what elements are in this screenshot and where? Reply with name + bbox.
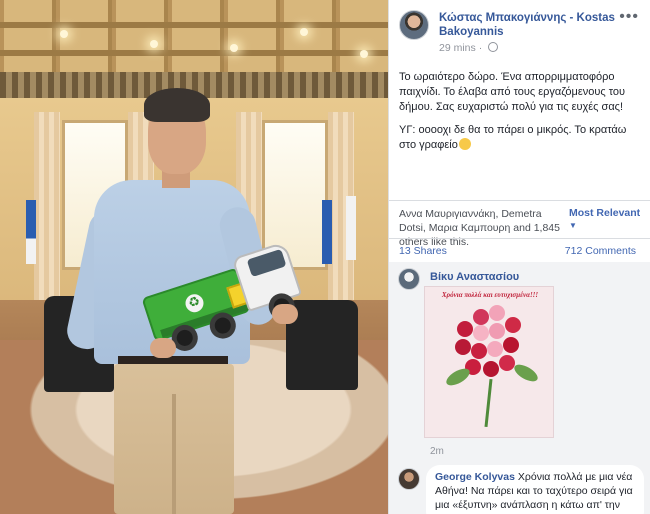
ceiling-beam <box>0 50 388 56</box>
rose <box>483 361 499 377</box>
rose <box>489 305 505 321</box>
flag <box>26 200 36 264</box>
post-photo[interactable]: ♻ <box>0 0 388 514</box>
rose <box>487 341 503 357</box>
flag <box>322 200 332 264</box>
flag <box>346 196 356 260</box>
card-caption: Χρόνια πολλά και ευτυχισμένα!!! <box>441 291 539 299</box>
rose <box>489 323 505 339</box>
greeting-card-image[interactable]: Χρόνια πολλά και ευτυχισμένα!!! <box>424 286 554 438</box>
rose <box>499 355 515 371</box>
rose <box>471 343 487 359</box>
comment-bubble: George Kolyvas Χρόνια πολλά με μια νέα Α… <box>426 465 644 514</box>
bouquet-leaf <box>511 361 541 385</box>
man-hair <box>144 88 210 122</box>
rose <box>503 337 519 353</box>
rose <box>457 321 473 337</box>
facebook-photo-viewer: ♻ Κώστας Μπακογιάννης - Kostas Bakoyanni… <box>0 0 650 514</box>
ceiling-lamp <box>360 50 368 58</box>
ceiling-beam <box>0 22 388 28</box>
rose <box>473 309 489 325</box>
bouquet-stems <box>484 378 493 428</box>
rose <box>455 339 471 355</box>
ceiling-lamp <box>60 30 68 38</box>
ceiling-lamp <box>150 40 158 48</box>
commenter-name[interactable]: Βίκυ Αναστασίου <box>430 271 519 283</box>
rose <box>473 325 489 341</box>
ceiling-lamp <box>230 44 238 52</box>
comment-time[interactable]: 2m <box>430 446 444 457</box>
ceiling-lamp <box>300 28 308 36</box>
man-hand <box>272 304 298 324</box>
bouquet-leaf <box>443 365 473 389</box>
man-hand <box>150 338 176 358</box>
commenter-avatar[interactable] <box>398 468 420 490</box>
commenter-avatar[interactable] <box>398 268 420 290</box>
rose <box>505 317 521 333</box>
ceiling <box>0 0 388 78</box>
commenter-name[interactable]: George Kolyvas <box>435 471 515 483</box>
pants-seam <box>172 394 176 514</box>
curtain <box>34 112 60 302</box>
comments-layer: Βίκυ Αναστασίου Χρόνια πολλά και ευτυχισ… <box>388 0 650 514</box>
